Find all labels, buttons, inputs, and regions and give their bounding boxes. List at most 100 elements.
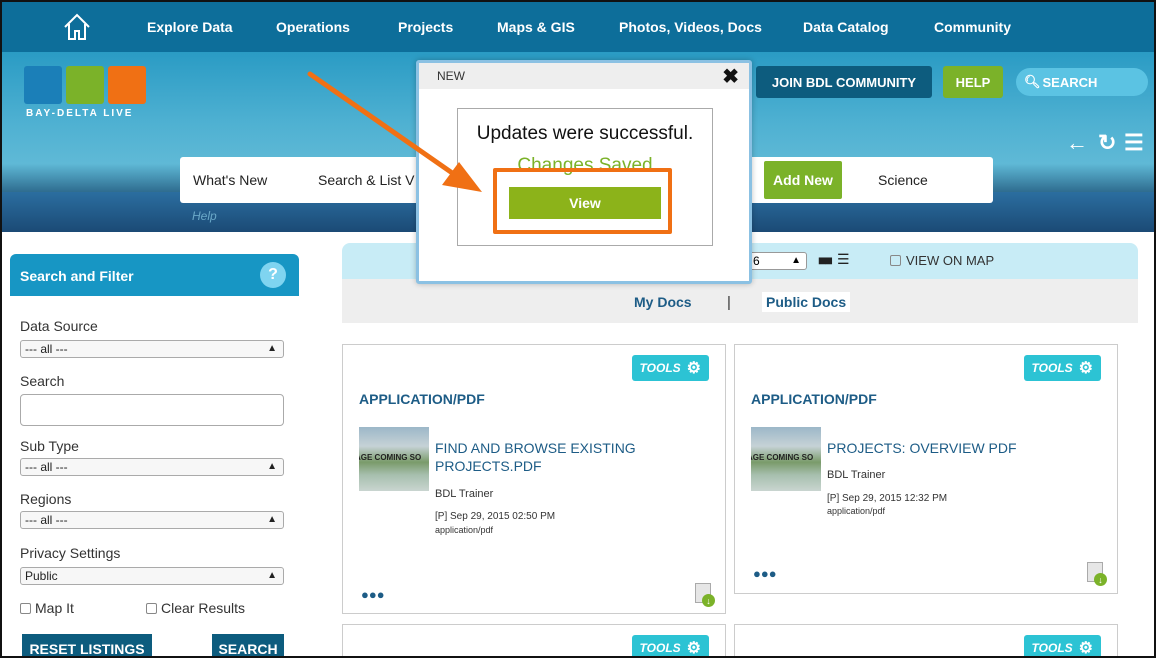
people-icon: ●●● bbox=[753, 566, 777, 581]
view-on-map-checkbox[interactable]: VIEW ON MAP bbox=[890, 253, 994, 268]
add-new-button[interactable]: Add New bbox=[764, 161, 842, 199]
search-icon: 🔍︎ bbox=[1024, 74, 1041, 89]
document-date: [P] Sep 29, 2015 12:32 PM bbox=[827, 493, 948, 504]
nav-operations[interactable]: Operations bbox=[276, 19, 350, 35]
document-mime: application/pdf bbox=[435, 525, 494, 535]
checkbox-box bbox=[146, 603, 157, 614]
map-it-label: Map It bbox=[35, 600, 74, 616]
people-icon: ●●● bbox=[361, 587, 385, 602]
regions-label: Regions bbox=[20, 491, 72, 507]
select-arrows-icon: ▲︎ bbox=[267, 570, 277, 581]
per-page-value: 6 bbox=[753, 254, 760, 268]
grid-view-icon[interactable]: ■■ bbox=[818, 252, 833, 268]
join-community-button[interactable]: JOIN BDL COMMUNITY bbox=[756, 66, 932, 98]
tab-separator: | bbox=[727, 294, 731, 311]
subnav-whats-new[interactable]: What's New bbox=[193, 172, 267, 188]
gear-icon: ⚙ bbox=[1078, 360, 1093, 377]
gear-icon: ⚙ bbox=[686, 360, 701, 377]
download-icon[interactable]: ↓ bbox=[1087, 562, 1107, 586]
tools-button[interactable]: TOOLS ⚙ bbox=[631, 355, 709, 381]
data-source-label: Data Source bbox=[20, 318, 98, 334]
home-icon[interactable] bbox=[62, 12, 92, 42]
nav-explore-data[interactable]: Explore Data bbox=[147, 19, 233, 35]
select-arrows-icon: ▲︎ bbox=[267, 514, 277, 525]
document-thumbnail[interactable]: AGE COMING SO bbox=[751, 427, 821, 491]
document-title[interactable]: FIND AND BROWSE EXISTING PROJECTS.PDF bbox=[435, 439, 705, 475]
nav-community[interactable]: Community bbox=[934, 19, 1011, 35]
help-button[interactable]: HELP bbox=[943, 66, 1003, 98]
view-on-map-label: VIEW ON MAP bbox=[906, 253, 995, 268]
download-arrow-icon: ↓ bbox=[1094, 573, 1107, 586]
nav-photos-videos-docs[interactable]: Photos, Videos, Docs bbox=[619, 19, 762, 35]
document-author[interactable]: BDL Trainer bbox=[827, 469, 885, 481]
refresh-icon[interactable]: ↻ bbox=[1098, 130, 1116, 156]
tab-my-docs[interactable]: My Docs bbox=[634, 294, 692, 310]
nav-data-catalog[interactable]: Data Catalog bbox=[803, 19, 889, 35]
top-nav: Explore Data Operations Projects Maps & … bbox=[2, 2, 1154, 52]
document-thumbnail[interactable]: AGE COMING SO bbox=[359, 427, 429, 491]
select-arrows-icon: ▲︎ bbox=[791, 255, 801, 266]
data-source-select[interactable]: --- all --- ▲︎ bbox=[20, 340, 284, 358]
help-link[interactable]: Help bbox=[192, 209, 217, 223]
gear-icon: ⚙ bbox=[1078, 640, 1093, 657]
top-search-input[interactable]: 🔍︎ SEARCH bbox=[1016, 68, 1148, 96]
back-arrow-icon[interactable]: ← bbox=[1066, 130, 1088, 156]
nav-projects[interactable]: Projects bbox=[398, 19, 453, 35]
bird-logo-icon bbox=[108, 66, 146, 104]
download-icon[interactable]: ↓ bbox=[695, 583, 715, 607]
document-date: [P] Sep 29, 2015 02:50 PM bbox=[435, 511, 556, 522]
per-page-select[interactable]: 6 ▲︎ bbox=[747, 252, 807, 270]
nav-maps-gis[interactable]: Maps & GIS bbox=[497, 19, 575, 35]
data-source-value: --- all --- bbox=[25, 342, 68, 356]
list-view-icon[interactable]: ☰ bbox=[837, 251, 850, 268]
reset-listings-button[interactable]: RESET LISTINGS bbox=[22, 634, 152, 656]
regions-select[interactable]: --- all --- ▲︎ bbox=[20, 511, 284, 529]
download-arrow-icon: ↓ bbox=[702, 594, 715, 607]
fish-logo-icon bbox=[24, 66, 62, 104]
thumbnail-text: AGE COMING SO bbox=[359, 453, 422, 462]
checkbox-box bbox=[20, 603, 31, 614]
modal-title: NEW bbox=[437, 69, 465, 83]
tools-button[interactable]: TOOLS ⚙ bbox=[631, 635, 709, 657]
regions-value: --- all --- bbox=[25, 513, 68, 527]
success-message: Updates were successful. bbox=[476, 123, 694, 144]
search-field[interactable] bbox=[20, 394, 284, 426]
logo-text: BAY-DELTA LIVE bbox=[26, 108, 134, 119]
sidebar-search-button[interactable]: SEARCH bbox=[212, 634, 284, 656]
tools-label: TOOLS bbox=[639, 641, 681, 655]
clear-results-checkbox[interactable]: Clear Results bbox=[146, 600, 245, 616]
sub-type-label: Sub Type bbox=[20, 438, 79, 454]
menu-icon[interactable]: ☰ bbox=[1124, 130, 1144, 156]
document-card: TOOLS ⚙ APPLICATION/PDF AGE COMING SO FIN… bbox=[342, 344, 726, 614]
gear-icon: ⚙ bbox=[686, 640, 701, 657]
doc-tabs: My Docs | Public Docs bbox=[342, 279, 1138, 323]
help-icon[interactable]: ? bbox=[260, 262, 286, 288]
document-card: TOOLS ⚙ bbox=[342, 624, 726, 657]
clear-results-label: Clear Results bbox=[161, 600, 246, 616]
search-filter-header: Search and Filter ? bbox=[10, 254, 299, 296]
document-card: TOOLS ⚙ bbox=[734, 624, 1118, 657]
search-label: Search bbox=[20, 373, 65, 389]
close-icon[interactable]: ✖ bbox=[722, 64, 739, 89]
subnav-science[interactable]: Science bbox=[878, 172, 928, 188]
tools-label: TOOLS bbox=[1031, 641, 1073, 655]
privacy-settings-select[interactable]: Public ▲︎ bbox=[20, 567, 284, 585]
search-filter-title: Search and Filter bbox=[20, 268, 134, 284]
sub-type-value: --- all --- bbox=[25, 460, 68, 474]
select-arrows-icon: ▲︎ bbox=[267, 461, 277, 472]
checkbox-box bbox=[890, 255, 901, 266]
top-search-placeholder: SEARCH bbox=[1042, 74, 1098, 90]
document-mime: application/pdf bbox=[827, 506, 886, 516]
map-it-checkbox[interactable]: Map It bbox=[20, 600, 74, 616]
sub-type-select[interactable]: --- all --- ▲︎ bbox=[20, 458, 284, 476]
tools-button[interactable]: TOOLS ⚙ bbox=[1023, 355, 1101, 381]
document-title[interactable]: PROJECTS: OVERVIEW PDF bbox=[827, 439, 1097, 457]
document-author[interactable]: BDL Trainer bbox=[435, 488, 493, 500]
tools-button[interactable]: TOOLS ⚙ bbox=[1023, 635, 1101, 657]
privacy-settings-value: Public bbox=[25, 569, 58, 583]
leaf-logo-icon bbox=[66, 66, 104, 104]
select-arrows-icon: ▲︎ bbox=[267, 343, 277, 354]
subnav-search-list[interactable]: Search & List V bbox=[318, 172, 415, 188]
tab-public-docs[interactable]: Public Docs bbox=[762, 292, 851, 312]
document-type: APPLICATION/PDF bbox=[751, 391, 877, 407]
